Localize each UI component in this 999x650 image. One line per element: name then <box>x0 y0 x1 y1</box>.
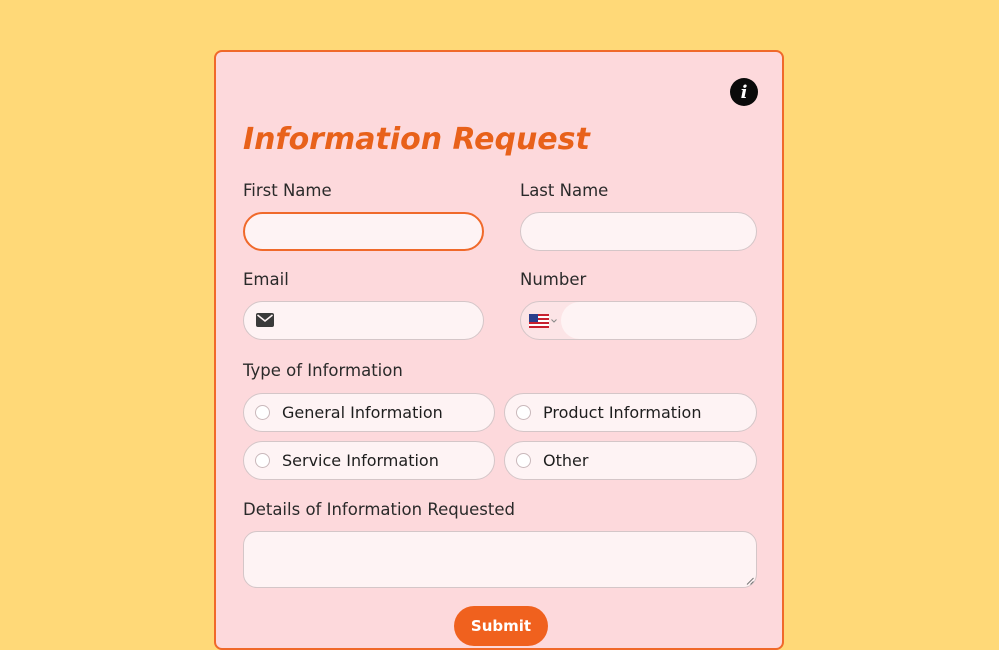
radio-label: General Information <box>282 403 443 422</box>
resize-handle-icon[interactable] <box>746 577 754 585</box>
info-icon[interactable]: i <box>730 78 758 106</box>
number-field[interactable] <box>520 301 757 340</box>
information-request-form: i Information Request First Name Last Na… <box>214 50 784 650</box>
radio-general-information[interactable]: General Information <box>243 393 495 432</box>
radio-circle-icon[interactable] <box>255 453 270 468</box>
radio-circle-icon[interactable] <box>516 405 531 420</box>
radio-label: Product Information <box>543 403 702 422</box>
radio-circle-icon[interactable] <box>255 405 270 420</box>
radio-other[interactable]: Other <box>504 441 757 480</box>
envelope-icon <box>256 313 274 327</box>
email-field[interactable] <box>243 301 484 340</box>
form-title: Information Request <box>243 122 590 157</box>
number-label: Number <box>520 270 587 289</box>
last-name-input[interactable] <box>521 213 756 250</box>
phone-input[interactable] <box>561 302 756 339</box>
radio-service-information[interactable]: Service Information <box>243 441 495 480</box>
radio-circle-icon[interactable] <box>516 453 531 468</box>
first-name-input[interactable] <box>245 214 482 249</box>
last-name-field[interactable] <box>520 212 757 251</box>
submit-button[interactable]: Submit <box>454 606 548 646</box>
email-label: Email <box>243 270 289 289</box>
email-input[interactable] <box>244 302 483 339</box>
radio-label: Other <box>543 451 589 470</box>
phone-input-wrapper <box>561 302 756 339</box>
info-icon-glyph: i <box>740 81 748 103</box>
radio-label: Service Information <box>282 451 439 470</box>
country-selector[interactable] <box>521 302 561 339</box>
chevron-down-icon <box>551 318 557 323</box>
us-flag-icon <box>529 313 549 328</box>
details-label: Details of Information Requested <box>243 500 516 519</box>
type-of-information-label: Type of Information <box>243 361 403 380</box>
first-name-field[interactable] <box>243 212 484 251</box>
radio-product-information[interactable]: Product Information <box>504 393 757 432</box>
last-name-label: Last Name <box>520 181 609 200</box>
details-textarea[interactable] <box>243 531 757 588</box>
first-name-label: First Name <box>243 181 332 200</box>
